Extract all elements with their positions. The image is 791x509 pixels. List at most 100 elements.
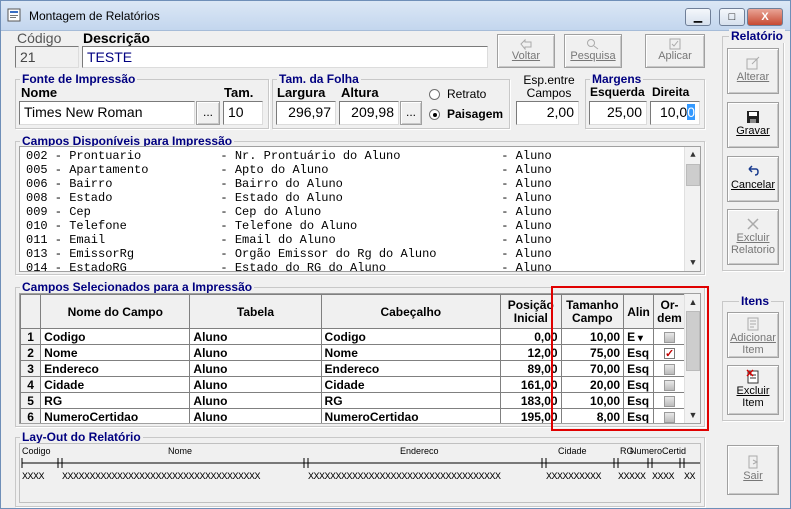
layout-x-extra: XX	[684, 472, 696, 483]
excluir-item-label-1: Excluir	[736, 385, 770, 397]
espacamento-label-1: Esp.entre	[523, 73, 575, 87]
direita-field[interactable]: 10,00	[650, 101, 700, 125]
campo-cell[interactable]: RG	[40, 392, 191, 409]
gravar-button[interactable]: Gravar	[727, 102, 779, 148]
pesquisa-button[interactable]: Pesquisa	[564, 34, 622, 68]
sair-button[interactable]: Sair	[727, 445, 779, 495]
row-number: 5	[20, 392, 42, 409]
col-posicao-line1: Posição	[507, 297, 554, 312]
scroll-thumb[interactable]	[686, 164, 700, 186]
alterar-button[interactable]: Alterar	[727, 48, 779, 94]
cancelar-label: Cancelar	[730, 179, 776, 191]
retrato-radio[interactable]	[429, 89, 440, 100]
descricao-field[interactable]: TESTE	[82, 46, 488, 68]
available-field-row[interactable]: 002 - Prontuario - Nr. Prontuário do Alu…	[26, 149, 552, 163]
tabela-cell[interactable]: Aluno	[189, 360, 322, 377]
add-item-icon	[747, 317, 759, 331]
aplicar-button[interactable]: Aplicar	[645, 34, 705, 68]
largura-label: Largura	[277, 85, 326, 100]
cabecalho-cell[interactable]: Codigo	[320, 328, 502, 345]
tabela-cell[interactable]: Aluno	[189, 408, 322, 423]
codigo-field[interactable]: 21	[15, 46, 79, 68]
excluir-item-label-2: Item	[742, 397, 764, 409]
available-field-row[interactable]: 013 - EmissorRg - Orgão Emissor do Rg do…	[26, 247, 552, 261]
relatorio-legend: Relatório	[729, 29, 786, 43]
layout-x-numerocertidao: XXXX	[652, 472, 675, 483]
campo-cell[interactable]: Nome	[40, 344, 191, 361]
paisagem-radio[interactable]	[429, 109, 440, 120]
available-field-row[interactable]: 006 - Bairro - Bairro do Aluno - Aluno	[26, 177, 552, 191]
fonte-nome-field[interactable]: Times New Roman	[19, 101, 195, 125]
layout-header-nome: Nome	[168, 446, 193, 456]
tabela-cell[interactable]: Aluno	[189, 344, 322, 361]
minimize-button[interactable]: ▁	[685, 8, 711, 26]
excluir-relatorio-button[interactable]: Excluir Relatorio	[727, 209, 779, 265]
espacamento-field[interactable]: 2,00	[516, 101, 579, 125]
row-number-header	[20, 294, 42, 329]
campo-cell[interactable]: Cidade	[40, 376, 191, 393]
available-field-row[interactable]: 010 - Telefone - Telefone do Aluno - Alu…	[26, 219, 552, 233]
col-cabecalho[interactable]: Cabeçalho	[320, 294, 502, 329]
folha-browse-button[interactable]: ...	[400, 101, 422, 125]
scroll-down-icon[interactable]: ▼	[685, 255, 700, 271]
search-icon	[587, 39, 599, 50]
available-field-row[interactable]: 009 - Cep - Cep do Aluno - Aluno	[26, 205, 552, 219]
excluir-relatorio-label-2: Relatorio	[730, 244, 776, 256]
undo-icon	[520, 38, 532, 50]
available-field-row[interactable]: 008 - Estado - Estado do Aluno - Aluno	[26, 191, 552, 205]
campo-cell[interactable]: Endereco	[40, 360, 191, 377]
itens-legend: Itens	[739, 294, 772, 308]
disponiveis-list[interactable]: 002 - Prontuario - Nr. Prontuário do Alu…	[19, 146, 701, 272]
excluir-item-button[interactable]: Excluir Item	[727, 365, 779, 415]
voltar-button[interactable]: Voltar	[497, 34, 555, 68]
delete-item-icon	[746, 369, 759, 384]
available-field-row[interactable]: 014 - EstadoRG - Estado do RG do Aluno -…	[26, 261, 552, 271]
cabecalho-cell[interactable]: RG	[320, 392, 502, 409]
layout-header-numerocertidao: NumeroCertid	[630, 446, 687, 456]
adicionar-item-button[interactable]: Adicionar Item	[727, 312, 779, 358]
tabela-cell[interactable]: Aluno	[189, 328, 322, 345]
row-number: 1	[20, 328, 42, 345]
layout-legend: Lay-Out do Relatório	[20, 430, 143, 444]
cabecalho-cell[interactable]: NumeroCertidao	[320, 408, 502, 423]
row-number: 2	[20, 344, 42, 361]
layout-header-cidade: Cidade	[558, 446, 587, 456]
tabela-cell[interactable]: Aluno	[189, 392, 322, 409]
window-title: Montagem de Relatórios	[29, 9, 160, 23]
adicionar-label-2: Item	[742, 344, 764, 356]
fonte-tam-field[interactable]: 10	[223, 101, 263, 125]
tabela-cell[interactable]: Aluno	[189, 376, 322, 393]
layout-header-endereco: Endereco	[400, 446, 439, 456]
disponiveis-scrollbar[interactable]: ▲ ▼	[684, 147, 700, 271]
scroll-up-icon[interactable]: ▲	[685, 147, 700, 163]
altura-field[interactable]: 209,98	[339, 101, 399, 125]
fonte-browse-button[interactable]: ...	[196, 101, 220, 125]
largura-field[interactable]: 296,97	[276, 101, 336, 125]
cabecalho-cell[interactable]: Nome	[320, 344, 502, 361]
col-nome-campo[interactable]: Nome do Campo	[40, 294, 191, 329]
save-icon	[747, 111, 759, 123]
campo-cell[interactable]: NumeroCertidao	[40, 408, 191, 423]
title-bar: Montagem de Relatórios ▁ □ X	[1, 1, 790, 31]
cabecalho-cell[interactable]: Endereco	[320, 360, 502, 377]
esquerda-field[interactable]: 25,00	[589, 101, 647, 125]
close-button[interactable]: X	[747, 8, 783, 26]
retrato-label: Retrato	[447, 87, 487, 101]
cabecalho-cell[interactable]: Cidade	[320, 376, 502, 393]
alterar-label: Alterar	[736, 71, 770, 83]
row-number: 3	[20, 360, 42, 377]
app-icon	[7, 8, 21, 22]
folha-legend: Tam. da Folha	[277, 72, 361, 86]
available-field-row[interactable]: 011 - Email - Email do Aluno - Aluno	[26, 233, 552, 247]
row-number: 6	[20, 408, 42, 423]
cancelar-button[interactable]: Cancelar	[727, 156, 779, 202]
maximize-button[interactable]: □	[719, 8, 745, 26]
layout-ruler	[21, 458, 700, 468]
selecionados-legend: Campos Selecionados para a Impressão	[20, 280, 255, 294]
exit-door-icon	[748, 455, 759, 469]
edit-icon	[746, 56, 760, 70]
esquerda-label: Esquerda	[590, 85, 645, 99]
available-field-row[interactable]: 005 - Apartamento - Apto do Aluno - Alun…	[26, 163, 552, 177]
campo-cell[interactable]: Codigo	[40, 328, 191, 345]
col-tabela[interactable]: Tabela	[189, 294, 322, 329]
